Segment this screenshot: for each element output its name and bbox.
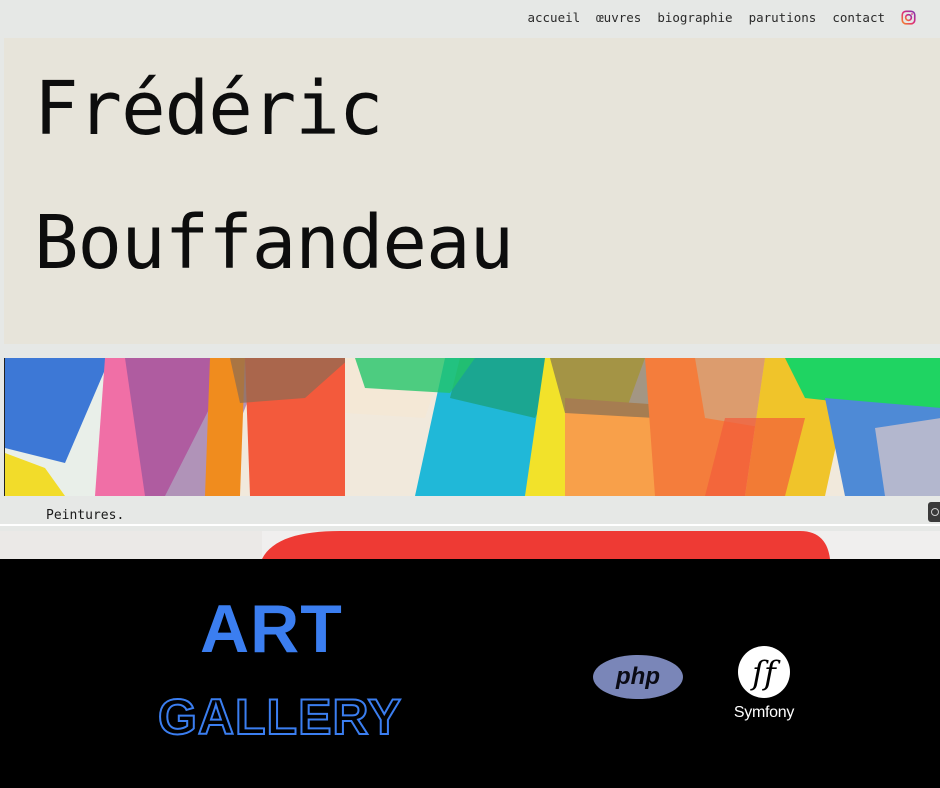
nav-parutions[interactable]: parutions — [749, 10, 817, 25]
nav-oeuvres[interactable]: œuvres — [596, 10, 641, 25]
banner-title-art: ART — [200, 591, 343, 667]
php-logo-text: php — [615, 663, 660, 690]
abstract-painting — [5, 358, 940, 496]
instagram-icon[interactable] — [901, 10, 916, 25]
scroll-button[interactable] — [928, 502, 940, 522]
promo-banner: ART GALLERY php ſf Symfony — [0, 559, 940, 788]
symfony-label: Symfony — [733, 704, 795, 721]
nav-contact[interactable]: contact — [832, 10, 885, 25]
main-nav: accueil œuvres biographie parutions cont… — [527, 10, 916, 25]
banner-title-gallery: GALLERY — [157, 688, 403, 746]
red-painting — [0, 531, 940, 559]
painting-image-2[interactable] — [0, 531, 940, 559]
top-bar: accueil œuvres biographie parutions cont… — [0, 0, 940, 38]
nav-biographie[interactable]: biographie — [657, 10, 732, 25]
gallery-caption: Peintures. — [46, 508, 125, 523]
artist-last-name: Bouffandeau — [34, 200, 514, 286]
hero-section: Frédéric Bouffandeau — [4, 38, 940, 344]
divider — [0, 524, 940, 526]
nav-accueil[interactable]: accueil — [527, 10, 580, 25]
painting-image[interactable] — [4, 358, 940, 496]
gallery-caption-row: Peintures. — [0, 496, 940, 524]
php-logo-icon: php — [592, 654, 684, 700]
artist-name: Frédéric Bouffandeau — [34, 42, 514, 310]
artist-first-name: Frédéric — [34, 66, 383, 152]
